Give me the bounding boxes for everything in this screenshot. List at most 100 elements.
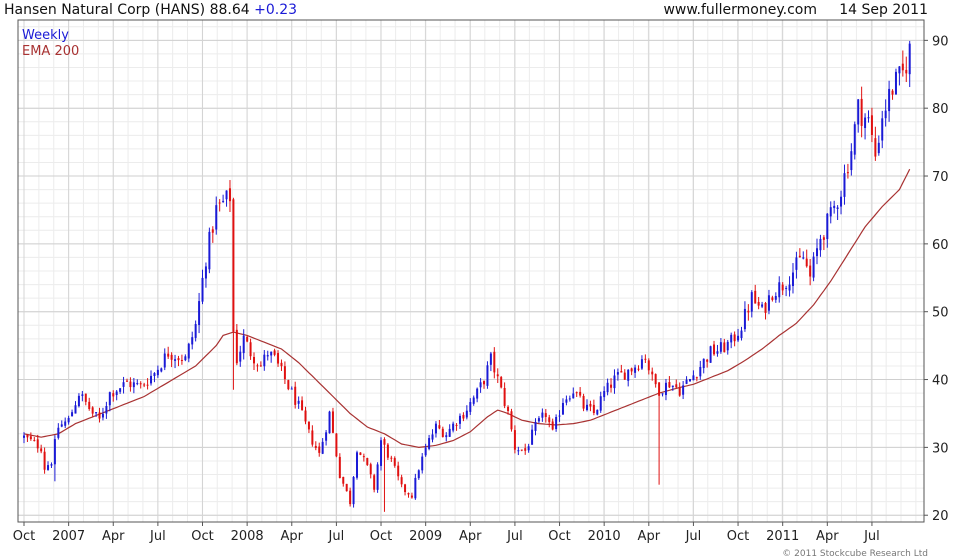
candle-body (661, 393, 664, 395)
y-tick-label: 40 (932, 374, 949, 389)
candle-body (596, 409, 599, 415)
candle (136, 379, 139, 386)
candle (561, 398, 564, 415)
candle (431, 429, 434, 443)
candle-body (757, 301, 760, 306)
candle-body (129, 381, 132, 388)
candle (294, 381, 297, 409)
candle-body (136, 383, 139, 385)
candle-body (682, 385, 685, 395)
candle-body (802, 257, 805, 259)
candle (150, 370, 153, 386)
candle (64, 417, 67, 429)
candle (373, 473, 376, 493)
candle-body (57, 427, 60, 438)
candle (132, 377, 135, 394)
candle (908, 40, 911, 88)
candle (283, 361, 286, 385)
candle (592, 399, 595, 416)
candle-body (575, 392, 578, 394)
candle-body (191, 337, 194, 345)
candle-body (259, 365, 262, 367)
candle (836, 205, 839, 221)
candle (537, 416, 540, 424)
candle (115, 389, 118, 401)
candle-body (438, 425, 441, 429)
candle (101, 407, 104, 421)
candle-body (664, 382, 667, 396)
x-tick-label: Jul (506, 529, 523, 544)
candle-body (534, 421, 537, 431)
candle-body (301, 400, 304, 411)
candle (520, 449, 523, 452)
candle (798, 248, 801, 258)
candle-body (60, 424, 63, 427)
candle-body (767, 295, 770, 311)
candle-body (47, 465, 50, 470)
candle (163, 348, 166, 371)
candle (441, 426, 444, 438)
candle-body (290, 388, 293, 390)
candle (843, 164, 846, 205)
candle (57, 423, 60, 440)
candle-body (695, 377, 698, 379)
x-tick-label: Jul (685, 529, 702, 544)
candle (640, 355, 643, 370)
candle-body (270, 351, 273, 356)
candle-body (816, 248, 819, 257)
candle-body (623, 372, 626, 380)
candle-body (836, 207, 839, 210)
candle-body (331, 411, 334, 433)
candle-body (328, 411, 331, 434)
candle-body (634, 367, 637, 373)
candle-body (774, 296, 777, 300)
legend-ema: EMA 200 (22, 44, 80, 59)
candle (246, 335, 249, 343)
candle (685, 376, 688, 385)
candle (627, 369, 630, 387)
axes: 20 30 40 50 60 70 80 90 Oct 2007 Apr Jul Oct 2008 Apr J… (13, 19, 949, 544)
candle (404, 483, 407, 496)
candle-body (397, 465, 400, 477)
candle-body (572, 393, 575, 399)
candle-body (198, 301, 201, 325)
candle-body (218, 202, 221, 204)
candle-body (362, 456, 365, 458)
candle-body (263, 354, 266, 367)
candle (376, 462, 379, 493)
candle (71, 409, 74, 417)
candle (802, 251, 805, 260)
candle (359, 452, 362, 456)
candle-body (544, 413, 547, 417)
candle-body (287, 380, 290, 390)
candle-body (204, 266, 207, 279)
candle (222, 194, 225, 203)
candle-body (637, 368, 640, 370)
candle-body (833, 205, 836, 209)
candle-body (146, 384, 149, 386)
candle-body (112, 393, 115, 397)
candle (314, 441, 317, 451)
candle (448, 424, 451, 437)
candle-body (898, 66, 901, 74)
candle-body (170, 354, 173, 360)
candle (60, 420, 63, 428)
candle-body (524, 448, 527, 451)
candle (239, 345, 242, 367)
x-tick-label: Oct (548, 529, 570, 544)
candle-body (846, 172, 849, 174)
candle-body (640, 359, 643, 369)
candle-body (225, 190, 228, 200)
candle (335, 433, 338, 458)
candle (678, 382, 681, 397)
candle-body (829, 207, 832, 217)
candle (414, 473, 417, 500)
candle-body (699, 366, 702, 377)
candle (764, 301, 767, 320)
candle-body (582, 395, 585, 409)
candle (156, 365, 159, 378)
candle (699, 360, 702, 380)
candle-body (740, 330, 743, 339)
candle-body (26, 434, 29, 438)
candle-body (91, 407, 94, 414)
